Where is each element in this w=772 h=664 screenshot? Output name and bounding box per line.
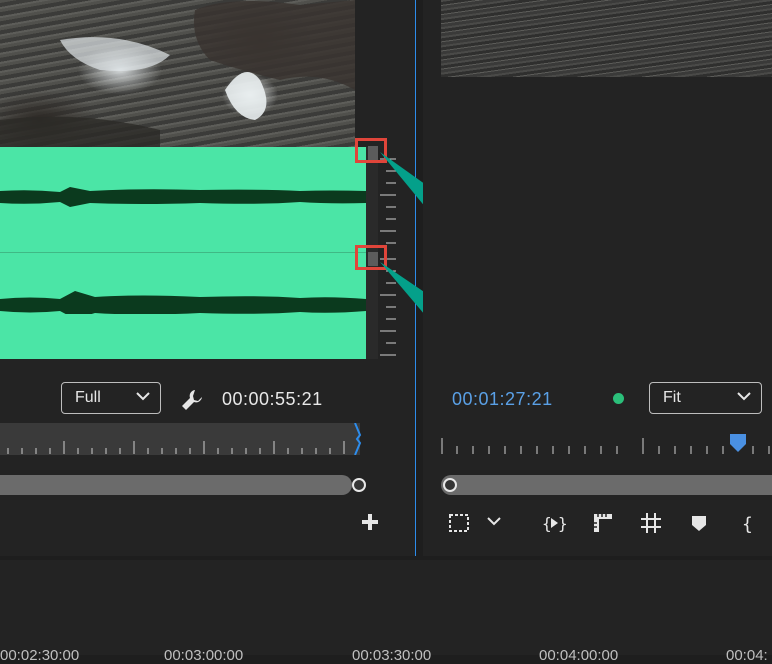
program-video-frame bbox=[441, 0, 772, 77]
timeline-panel bbox=[0, 560, 772, 655]
trim-edit-icon[interactable]: { } bbox=[542, 511, 566, 535]
plus-icon[interactable] bbox=[361, 513, 379, 531]
program-zoom-dropdown[interactable]: Fit bbox=[649, 382, 762, 414]
source-timecode[interactable]: 00:00:55:21 bbox=[222, 389, 323, 410]
timeline-ruler-label: 00:04: bbox=[726, 647, 768, 664]
grid-icon[interactable] bbox=[639, 511, 663, 535]
timeline-ruler-label: 00:03:00:00 bbox=[164, 647, 244, 664]
program-zoom-value: Fit bbox=[663, 389, 681, 406]
source-scrollbar-handle[interactable] bbox=[352, 478, 366, 492]
audio-waveform bbox=[0, 147, 366, 359]
timeline-ruler-label: 00:03:30:00 bbox=[352, 647, 432, 664]
waveform-channel-2 bbox=[0, 291, 366, 314]
timeline-ruler-label: 00:02:30:00 bbox=[0, 647, 80, 664]
program-timecode[interactable]: 00:01:27:21 bbox=[452, 389, 553, 410]
program-zoom-scrollbar[interactable] bbox=[441, 475, 772, 495]
ruler-icon[interactable] bbox=[591, 511, 615, 535]
safe-margins-icon[interactable] bbox=[447, 511, 471, 535]
program-monitor-panel bbox=[423, 0, 772, 556]
timeline-ruler-label: 00:04:00:00 bbox=[539, 647, 619, 664]
status-dot bbox=[613, 393, 624, 404]
svg-text:{: { bbox=[542, 514, 552, 533]
playhead-icon[interactable] bbox=[729, 432, 747, 454]
source-zoom-value: Full bbox=[75, 389, 101, 406]
wrench-icon[interactable] bbox=[180, 388, 204, 412]
chevron-down-icon[interactable] bbox=[486, 516, 502, 527]
chevron-down-icon bbox=[737, 392, 751, 401]
waveform-channel-1 bbox=[0, 187, 366, 207]
svg-text:}: } bbox=[558, 514, 566, 533]
waveform-divider bbox=[0, 252, 366, 253]
source-video-frame bbox=[0, 0, 355, 147]
chevron-down-icon bbox=[136, 392, 150, 401]
source-zoom-dropdown[interactable]: Full bbox=[61, 382, 161, 414]
program-scrollbar-handle[interactable] bbox=[443, 478, 457, 492]
svg-text:{: { bbox=[742, 514, 753, 535]
source-zoom-scrollbar[interactable] bbox=[0, 475, 352, 495]
marker-icon[interactable] bbox=[687, 511, 711, 535]
program-time-ruler[interactable] bbox=[441, 432, 772, 456]
source-time-ruler[interactable] bbox=[0, 423, 362, 455]
mark-in-icon[interactable]: { bbox=[740, 511, 754, 535]
